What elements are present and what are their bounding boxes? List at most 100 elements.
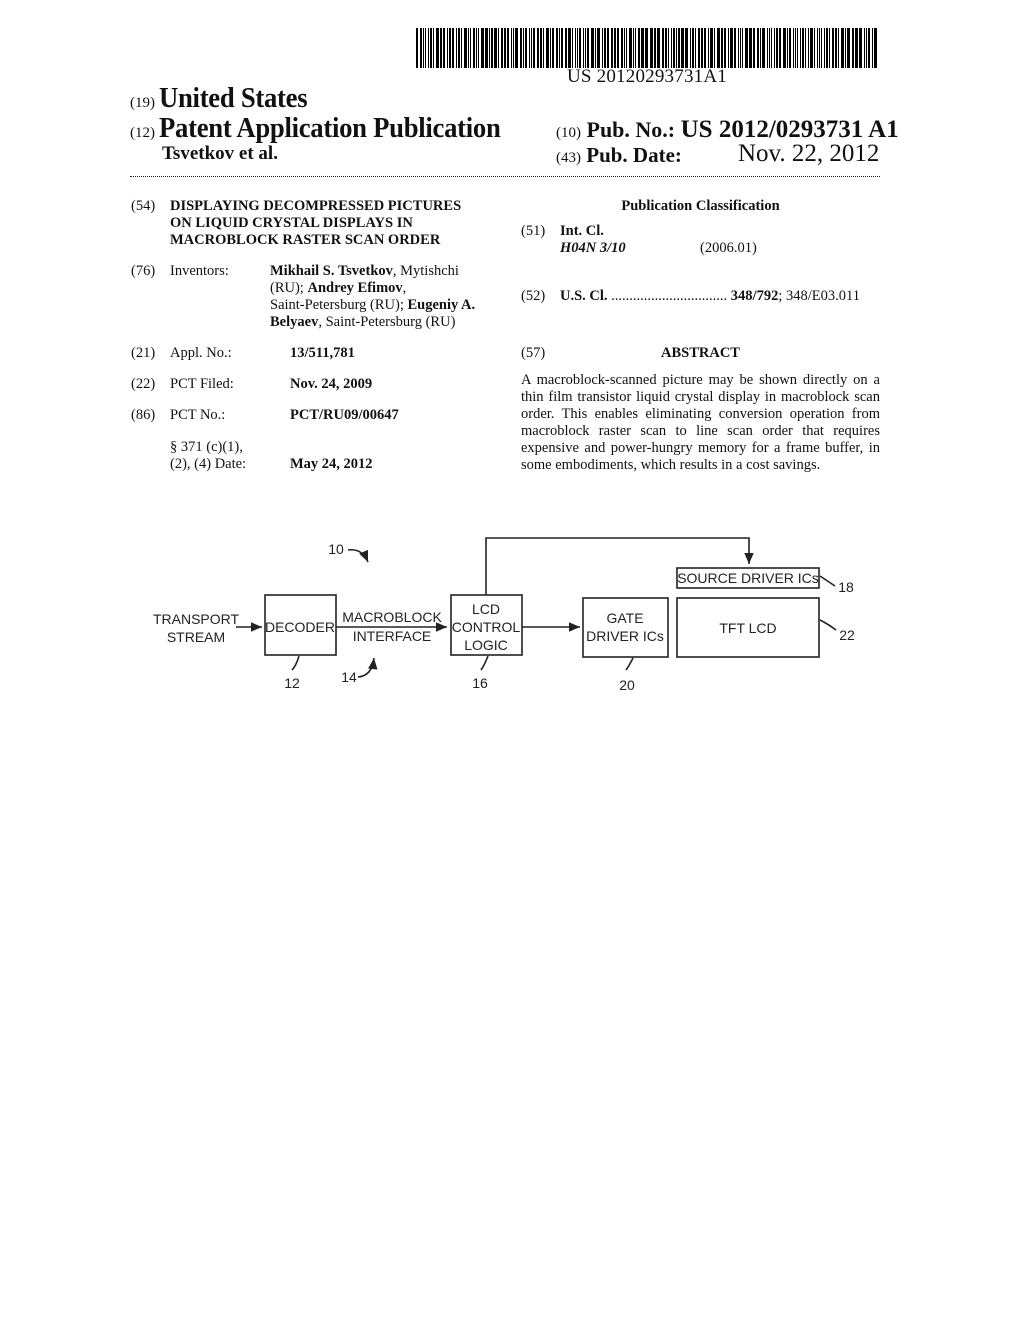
pct-no-value: PCT/RU09/00647 [290, 407, 399, 423]
barcode-bar [621, 28, 624, 68]
us-cl-secondary: ; 348/E03.011 [778, 288, 860, 304]
barcode-bar [583, 28, 585, 68]
authors: Tsvetkov et al. [162, 143, 278, 164]
section-371-label: § 371 (c)(1), (2), (4) Date: [170, 439, 246, 473]
barcode-bar [542, 28, 544, 68]
barcode-bar [522, 28, 524, 68]
barcode-bar [685, 28, 688, 68]
inventor-name: Belyaev [270, 314, 319, 330]
ref-16: 16 [472, 675, 488, 691]
barcode-bar [628, 28, 632, 68]
barcode-bar [498, 28, 500, 68]
us-cl-tag: (52) [521, 288, 546, 304]
barcode-bar [756, 28, 760, 68]
barcode-bar [783, 28, 787, 68]
barcode-bar [430, 28, 433, 68]
barcode-bar [762, 28, 765, 68]
barcode-bar [427, 28, 430, 68]
barcode-bar [452, 28, 455, 68]
pub-no-value: US 2012/0293731 A1 [680, 116, 899, 143]
barcode-bar [624, 28, 625, 68]
inventor-location: Saint-Petersburg (RU); [270, 297, 408, 313]
barcode-bar [520, 28, 522, 68]
barcode-bar [742, 28, 744, 68]
barcode-bar [872, 28, 874, 68]
barcode-bar [597, 28, 601, 68]
leader-20 [625, 657, 634, 671]
int-cl-label: Int. Cl. [560, 223, 604, 239]
interface-label-line2: INTERFACE [353, 628, 432, 644]
barcode-bar [501, 28, 503, 68]
barcode-bar [824, 28, 826, 68]
pub-no-label: Pub. No.: [586, 117, 676, 142]
abstract-heading: ABSTRACT [661, 345, 740, 361]
inventors-list: Mikhail S. Tsvetkov, Mytishchi (RU); Andr… [270, 263, 490, 331]
barcode-bar [802, 28, 805, 68]
barcode-bar [689, 28, 691, 68]
barcode-bar [835, 28, 837, 68]
barcode-bar [594, 28, 597, 68]
inventors-label: Inventors: [170, 263, 229, 279]
barcode-bar [476, 28, 478, 68]
block-diagram: 10 TRANSPORT STREAM DECODER MACROBLOCK I… [153, 537, 855, 693]
barcode-bar [610, 28, 613, 68]
barcode-bar [545, 28, 549, 68]
barcode-bar [868, 28, 871, 68]
barcode-bar [649, 28, 653, 68]
leader-16 [480, 655, 489, 671]
barcode-bar [571, 28, 574, 68]
barcode-bar [488, 28, 490, 68]
barcode-bar [840, 28, 844, 68]
barcode-bar [416, 28, 418, 68]
barcode-bar [707, 28, 709, 68]
barcode-bar [874, 28, 877, 68]
inventor-line: Mikhail S. Tsvetkov, Mytishchi [270, 263, 490, 280]
system-ref-label: 10 [328, 541, 344, 557]
barcode-bar [805, 28, 807, 68]
title-line: MACROBLOCK RASTER SCAN ORDER [170, 232, 441, 248]
section-371-line1: § 371 (c)(1), [170, 439, 243, 455]
barcode-bar [733, 28, 737, 68]
leader-14 [357, 657, 378, 678]
barcode-bar [467, 28, 469, 68]
barcode-bar [808, 28, 810, 68]
barcode-bar [575, 28, 577, 68]
barcode-number: US 20120293731A1 [567, 66, 727, 87]
abstract-text: A macroblock-scanned picture may be show… [521, 372, 880, 473]
classification-heading: Publication Classification [621, 198, 780, 214]
barcode-bar [559, 28, 561, 68]
lcd-control-line3: LOGIC [464, 637, 508, 653]
inventor-name: Eugeniy A. [407, 297, 476, 313]
header-divider [130, 176, 880, 177]
pct-no-label: PCT No.: [170, 407, 226, 423]
barcode-bar [810, 28, 813, 68]
barcode-bar [456, 28, 458, 68]
interface-label-line1: MACROBLOCK [342, 609, 442, 625]
leader-22 [819, 619, 837, 631]
barcode-bar [579, 28, 582, 68]
lcd-control-line2: CONTROL [452, 619, 521, 635]
section-371-value: May 24, 2012 [290, 456, 373, 472]
barcode-bar [863, 28, 866, 68]
us-cl-dots: ................................ [611, 288, 728, 304]
barcode-bar [424, 28, 426, 68]
barcode-bar [729, 28, 733, 68]
barcode-bar [681, 28, 685, 68]
inventor-line: (RU); Andrey Efimov, [270, 280, 490, 297]
barcode-bar [632, 28, 634, 68]
inventor-name: Andrey Efimov [307, 280, 403, 296]
barcode-bar [691, 28, 695, 68]
barcode-bar [670, 28, 672, 68]
pub-no-tag: (10) [556, 125, 581, 141]
decoder-label: DECODER [265, 619, 335, 635]
barcode-bar [586, 28, 589, 68]
inventor-line: Belyaev, Saint-Petersburg (RU) [270, 314, 490, 331]
barcode-bar [662, 28, 664, 68]
barcode-bar [837, 28, 839, 68]
barcode-bar [460, 28, 462, 68]
barcode-bar [770, 28, 772, 68]
barcode-bar [606, 28, 609, 68]
barcode-bar [551, 28, 555, 68]
barcode-bar [788, 28, 791, 68]
barcode-bar [419, 28, 422, 68]
